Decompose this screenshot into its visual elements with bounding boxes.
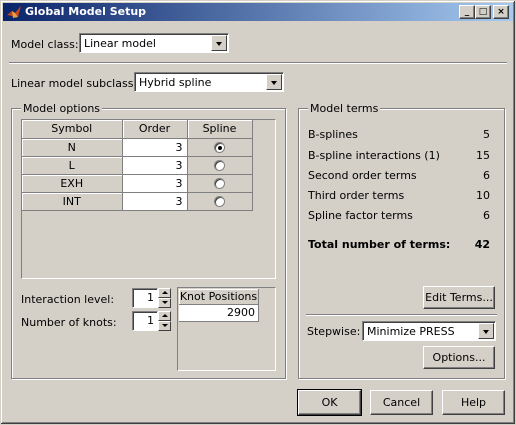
- title-bar[interactable]: Global Model Setup _ □ ×: [3, 3, 513, 21]
- stepwise-dropdown-button[interactable]: [478, 323, 494, 339]
- column-header-spline[interactable]: Spline: [187, 120, 253, 139]
- order-cell[interactable]: 3: [122, 174, 188, 193]
- term-value: 5: [483, 128, 490, 141]
- model-class-label: Model class:: [11, 38, 79, 51]
- subclass-value: Hybrid spline: [139, 76, 212, 89]
- term-value: 6: [483, 169, 490, 182]
- interaction-level-label: Interaction level:: [21, 293, 115, 306]
- stepwise-dropdown[interactable]: Minimize PRESS: [362, 321, 496, 341]
- symbol-cell: INT: [22, 192, 123, 211]
- list-item: Spline factor terms 6: [308, 209, 490, 225]
- increment-button[interactable]: [158, 311, 171, 321]
- model-options-title: Model options: [21, 102, 103, 115]
- edit-terms-button[interactable]: Edit Terms...: [423, 286, 495, 309]
- interaction-level-spinner[interactable]: 1: [132, 288, 172, 308]
- model-class-dropdown[interactable]: Linear model: [79, 33, 229, 53]
- cancel-button[interactable]: Cancel: [370, 390, 433, 415]
- minimize-button[interactable]: _: [459, 5, 475, 19]
- maximize-button[interactable]: □: [475, 5, 491, 19]
- global-model-setup-dialog: Global Model Setup _ □ × Model class: Li…: [0, 0, 516, 425]
- spline-radio-exh[interactable]: [214, 178, 225, 189]
- symbol-cell: N: [22, 138, 123, 157]
- number-of-knots-value[interactable]: 1: [132, 311, 158, 331]
- table-row: EXH 3: [22, 174, 253, 193]
- arrow-up-icon: [162, 314, 168, 317]
- term-value: 10: [476, 189, 490, 202]
- symbol-cell: L: [22, 156, 123, 175]
- table-row: L 3: [22, 156, 253, 175]
- interaction-level-value[interactable]: 1: [132, 288, 158, 308]
- list-item: Second order terms 6: [308, 169, 490, 185]
- chevron-down-icon: [483, 330, 489, 334]
- knot-position-cell[interactable]: 2900: [179, 305, 259, 322]
- subclass-label: Linear model subclass:: [11, 77, 138, 90]
- term-label: B-spline interactions (1): [308, 149, 440, 162]
- column-header-symbol[interactable]: Symbol: [22, 120, 123, 139]
- options-table: Symbol Order Spline N 3 L 3 EXH 3 INT 3: [21, 119, 276, 279]
- list-item: B-splines 5: [308, 128, 490, 144]
- arrow-up-icon: [162, 291, 168, 294]
- subclass-dropdown[interactable]: Hybrid spline: [134, 72, 284, 92]
- term-label: Third order terms: [308, 189, 405, 202]
- decrement-button[interactable]: [158, 298, 171, 308]
- total-terms-value: 42: [474, 238, 490, 251]
- window-title: Global Model Setup: [25, 5, 147, 18]
- table-row: N 3: [22, 138, 253, 157]
- symbol-cell: EXH: [22, 174, 123, 193]
- subclass-dropdown-button[interactable]: [266, 74, 282, 90]
- term-label: Spline factor terms: [308, 209, 413, 222]
- column-header-order[interactable]: Order: [122, 120, 188, 139]
- model-class-dropdown-button[interactable]: [211, 35, 227, 51]
- ok-button[interactable]: OK: [297, 389, 362, 416]
- separator: [9, 62, 507, 64]
- number-of-knots-spinner[interactable]: 1: [132, 311, 172, 331]
- order-cell[interactable]: 3: [122, 156, 188, 175]
- term-label: B-splines: [308, 128, 358, 141]
- order-cell[interactable]: 3: [122, 138, 188, 157]
- arrow-down-icon: [162, 324, 168, 327]
- table-row: INT 3: [22, 192, 253, 211]
- separator: [306, 314, 497, 316]
- help-button[interactable]: Help: [442, 390, 505, 415]
- total-terms-row: Total number of terms: 42: [308, 238, 490, 254]
- increment-button[interactable]: [158, 288, 171, 298]
- knot-positions-header[interactable]: Knot Positions: [179, 289, 259, 305]
- chevron-down-icon: [271, 81, 277, 85]
- matlab-logo-icon: [7, 6, 21, 18]
- knot-positions-table: Knot Positions 2900: [177, 287, 276, 371]
- term-label: Second order terms: [308, 169, 417, 182]
- term-value: 6: [483, 209, 490, 222]
- list-item: B-spline interactions (1) 15: [308, 149, 490, 165]
- stepwise-label: Stepwise:: [307, 325, 361, 338]
- order-cell[interactable]: 3: [122, 192, 188, 211]
- decrement-button[interactable]: [158, 321, 171, 331]
- spline-radio-int[interactable]: [214, 196, 225, 207]
- term-value: 15: [476, 149, 490, 162]
- number-of-knots-label: Number of knots:: [21, 316, 117, 329]
- arrow-down-icon: [162, 301, 168, 304]
- spline-radio-l[interactable]: [214, 160, 225, 171]
- options-button[interactable]: Options...: [423, 346, 495, 369]
- spline-radio-n[interactable]: [214, 142, 225, 153]
- total-terms-label: Total number of terms:: [308, 238, 451, 251]
- close-button[interactable]: ×: [493, 5, 509, 19]
- chevron-down-icon: [216, 42, 222, 46]
- stepwise-value: Minimize PRESS: [367, 325, 455, 338]
- model-class-value: Linear model: [84, 37, 156, 50]
- list-item: Third order terms 10: [308, 189, 490, 205]
- model-terms-title: Model terms: [308, 102, 381, 115]
